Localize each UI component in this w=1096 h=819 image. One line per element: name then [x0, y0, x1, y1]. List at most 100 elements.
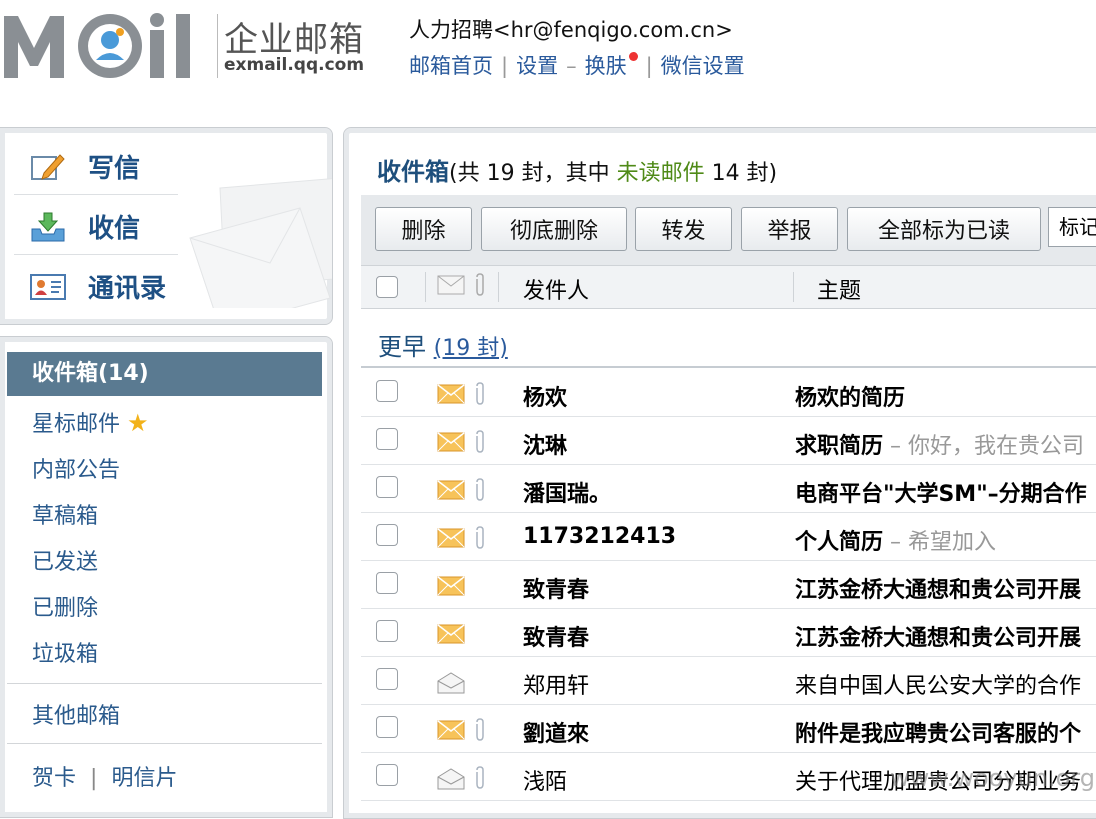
- attachment-column-icon: [476, 273, 484, 296]
- forward-button[interactable]: 转发: [635, 207, 732, 251]
- moil-logo: [4, 13, 190, 78]
- row-preview: – 你好，我在贵公司: [883, 434, 1085, 459]
- row-sender: 1173212413: [523, 524, 677, 549]
- read-status-column-icon: [437, 275, 465, 295]
- attachment-icon: [473, 478, 487, 508]
- select-all-checkbox[interactable]: [376, 276, 398, 298]
- row-subject: 求职简历 – 你好，我在贵公司: [795, 434, 1085, 459]
- attachment-icon: [473, 382, 487, 412]
- row-sender: 致青春: [523, 626, 590, 651]
- row-subject: 来自中国人民公安大学的合作: [795, 674, 1082, 699]
- write-button[interactable]: 写信: [30, 148, 140, 185]
- mail-row[interactable]: 潘国瑞。 电商平台"大学SM"–分期合作: [361, 464, 1096, 513]
- write-label: 写信: [88, 154, 141, 184]
- inbox-title: 收件箱(共 19 封，其中 未读邮件 14 封): [377, 158, 778, 186]
- table-header: 发件人 主题: [361, 265, 1096, 309]
- unread-mail-icon: [437, 528, 465, 554]
- envelope-decoration-icon: [189, 178, 332, 308]
- mail-row[interactable]: 郑用轩 来自中国人民公安大学的合作: [361, 656, 1096, 705]
- row-checkbox[interactable]: [376, 572, 398, 594]
- folder-drafts[interactable]: 草稿箱: [32, 498, 98, 530]
- folder-spam[interactable]: 垃圾箱: [32, 636, 98, 668]
- sender-column-header[interactable]: 发件人: [523, 273, 589, 305]
- contacts-label: 通讯录: [88, 274, 167, 304]
- postcard-link[interactable]: 明信片: [111, 766, 177, 791]
- row-checkbox[interactable]: [376, 620, 398, 642]
- greeting-card-link[interactable]: 贺卡: [32, 766, 76, 791]
- star-icon: ★: [127, 409, 149, 437]
- row-sender: 潘国瑞。: [523, 482, 612, 507]
- folder-inbox[interactable]: 收件箱(14): [7, 352, 322, 396]
- pencil-icon: [30, 150, 66, 184]
- skin-link[interactable]: 换肤: [585, 54, 627, 78]
- row-preview: – 希望加入: [883, 530, 997, 555]
- attachment-icon: [473, 766, 487, 796]
- receive-label: 收信: [88, 214, 141, 244]
- unread-link[interactable]: 未读邮件: [617, 161, 705, 186]
- unread-mail-icon: [437, 624, 465, 650]
- row-checkbox[interactable]: [376, 428, 398, 450]
- unread-mail-icon: [437, 432, 465, 458]
- row-subject: 电商平台"大学SM"–分期合作: [795, 482, 1087, 507]
- header-divider: [217, 14, 218, 78]
- mailbox-home-link[interactable]: 邮箱首页: [409, 54, 493, 78]
- mail-row[interactable]: 劉道來 附件是我应聘贵公司客服的个: [361, 704, 1096, 753]
- row-checkbox[interactable]: [376, 380, 398, 402]
- row-sender: 沈琳: [523, 434, 568, 459]
- read-mail-icon: [437, 672, 465, 700]
- row-checkbox[interactable]: [376, 476, 398, 498]
- attachment-icon: [473, 718, 487, 748]
- settings-link[interactable]: 设置: [516, 54, 558, 78]
- mail-row[interactable]: 致青春 江苏金桥大通想和贵公司开展: [361, 560, 1096, 609]
- mail-row[interactable]: 1173212413 个人简历 – 希望加入: [361, 512, 1096, 561]
- attachment-icon: [473, 526, 487, 556]
- subject-column-header[interactable]: 主题: [817, 273, 861, 305]
- mark-all-read-button[interactable]: 全部标为已读: [847, 207, 1041, 251]
- row-sender: 劉道來: [523, 722, 590, 747]
- folder-deleted[interactable]: 已删除: [32, 590, 98, 622]
- row-subject: 杨欢的简历: [795, 386, 906, 411]
- mail-row[interactable]: 致青春 江苏金桥大通想和贵公司开展: [361, 608, 1096, 657]
- row-checkbox[interactable]: [376, 764, 398, 786]
- contacts-button[interactable]: 通讯录: [30, 268, 166, 305]
- report-button[interactable]: 举报: [741, 207, 838, 251]
- contact-card-icon: [30, 270, 66, 304]
- unread-mail-icon: [437, 480, 465, 506]
- row-sender: 杨欢: [523, 386, 568, 411]
- brand-title: 企业邮箱: [224, 20, 364, 60]
- watermark: www.wooyun.org: [890, 764, 1095, 792]
- mail-row[interactable]: 杨欢 杨欢的简历: [361, 368, 1096, 417]
- folder-sent[interactable]: 已发送: [32, 544, 98, 576]
- row-subject: 附件是我应聘贵公司客服的个: [795, 722, 1082, 747]
- folder-other[interactable]: 其他邮箱: [32, 698, 120, 730]
- attachment-icon: [473, 430, 487, 460]
- row-sender: 郑用轩: [523, 674, 590, 699]
- row-checkbox[interactable]: [376, 716, 398, 738]
- row-subject: 江苏金桥大通想和贵公司开展: [795, 626, 1082, 651]
- cards-links: 贺卡 | 明信片: [32, 766, 178, 791]
- mark-as-select[interactable]: 标记: [1048, 207, 1096, 247]
- folder-starred[interactable]: 星标邮件 ★: [32, 406, 149, 438]
- row-sender: 浅陌: [523, 770, 568, 795]
- receive-button[interactable]: 收信: [30, 208, 140, 245]
- unread-mail-icon: [437, 720, 465, 746]
- new-dot-icon: [628, 52, 638, 61]
- delete-button[interactable]: 删除: [375, 207, 472, 251]
- purge-button[interactable]: 彻底删除: [481, 207, 627, 251]
- brand-domain: exmail.qq.com: [224, 55, 365, 75]
- group-earlier: 更早 (19 封): [378, 333, 508, 361]
- mail-row[interactable]: 沈琳 求职简历 – 你好，我在贵公司: [361, 416, 1096, 465]
- group-count-link[interactable]: (19 封): [434, 336, 508, 361]
- wechat-settings-link[interactable]: 微信设置: [661, 54, 745, 78]
- row-checkbox[interactable]: [376, 668, 398, 690]
- row-checkbox[interactable]: [376, 524, 398, 546]
- folder-notice[interactable]: 内部公告: [32, 452, 120, 484]
- row-subject: 个人简历 – 希望加入: [795, 530, 997, 555]
- row-sender: 致青春: [523, 578, 590, 603]
- unread-mail-icon: [437, 384, 465, 410]
- unread-mail-icon: [437, 576, 465, 602]
- account-name: 人力招聘<hr@fenqigo.com.cn>: [409, 18, 733, 42]
- top-links: 邮箱首页 | 设置 – 换肤 | 微信设置: [409, 52, 745, 78]
- read-mail-icon: [437, 768, 465, 796]
- inbox-download-icon: [30, 210, 66, 244]
